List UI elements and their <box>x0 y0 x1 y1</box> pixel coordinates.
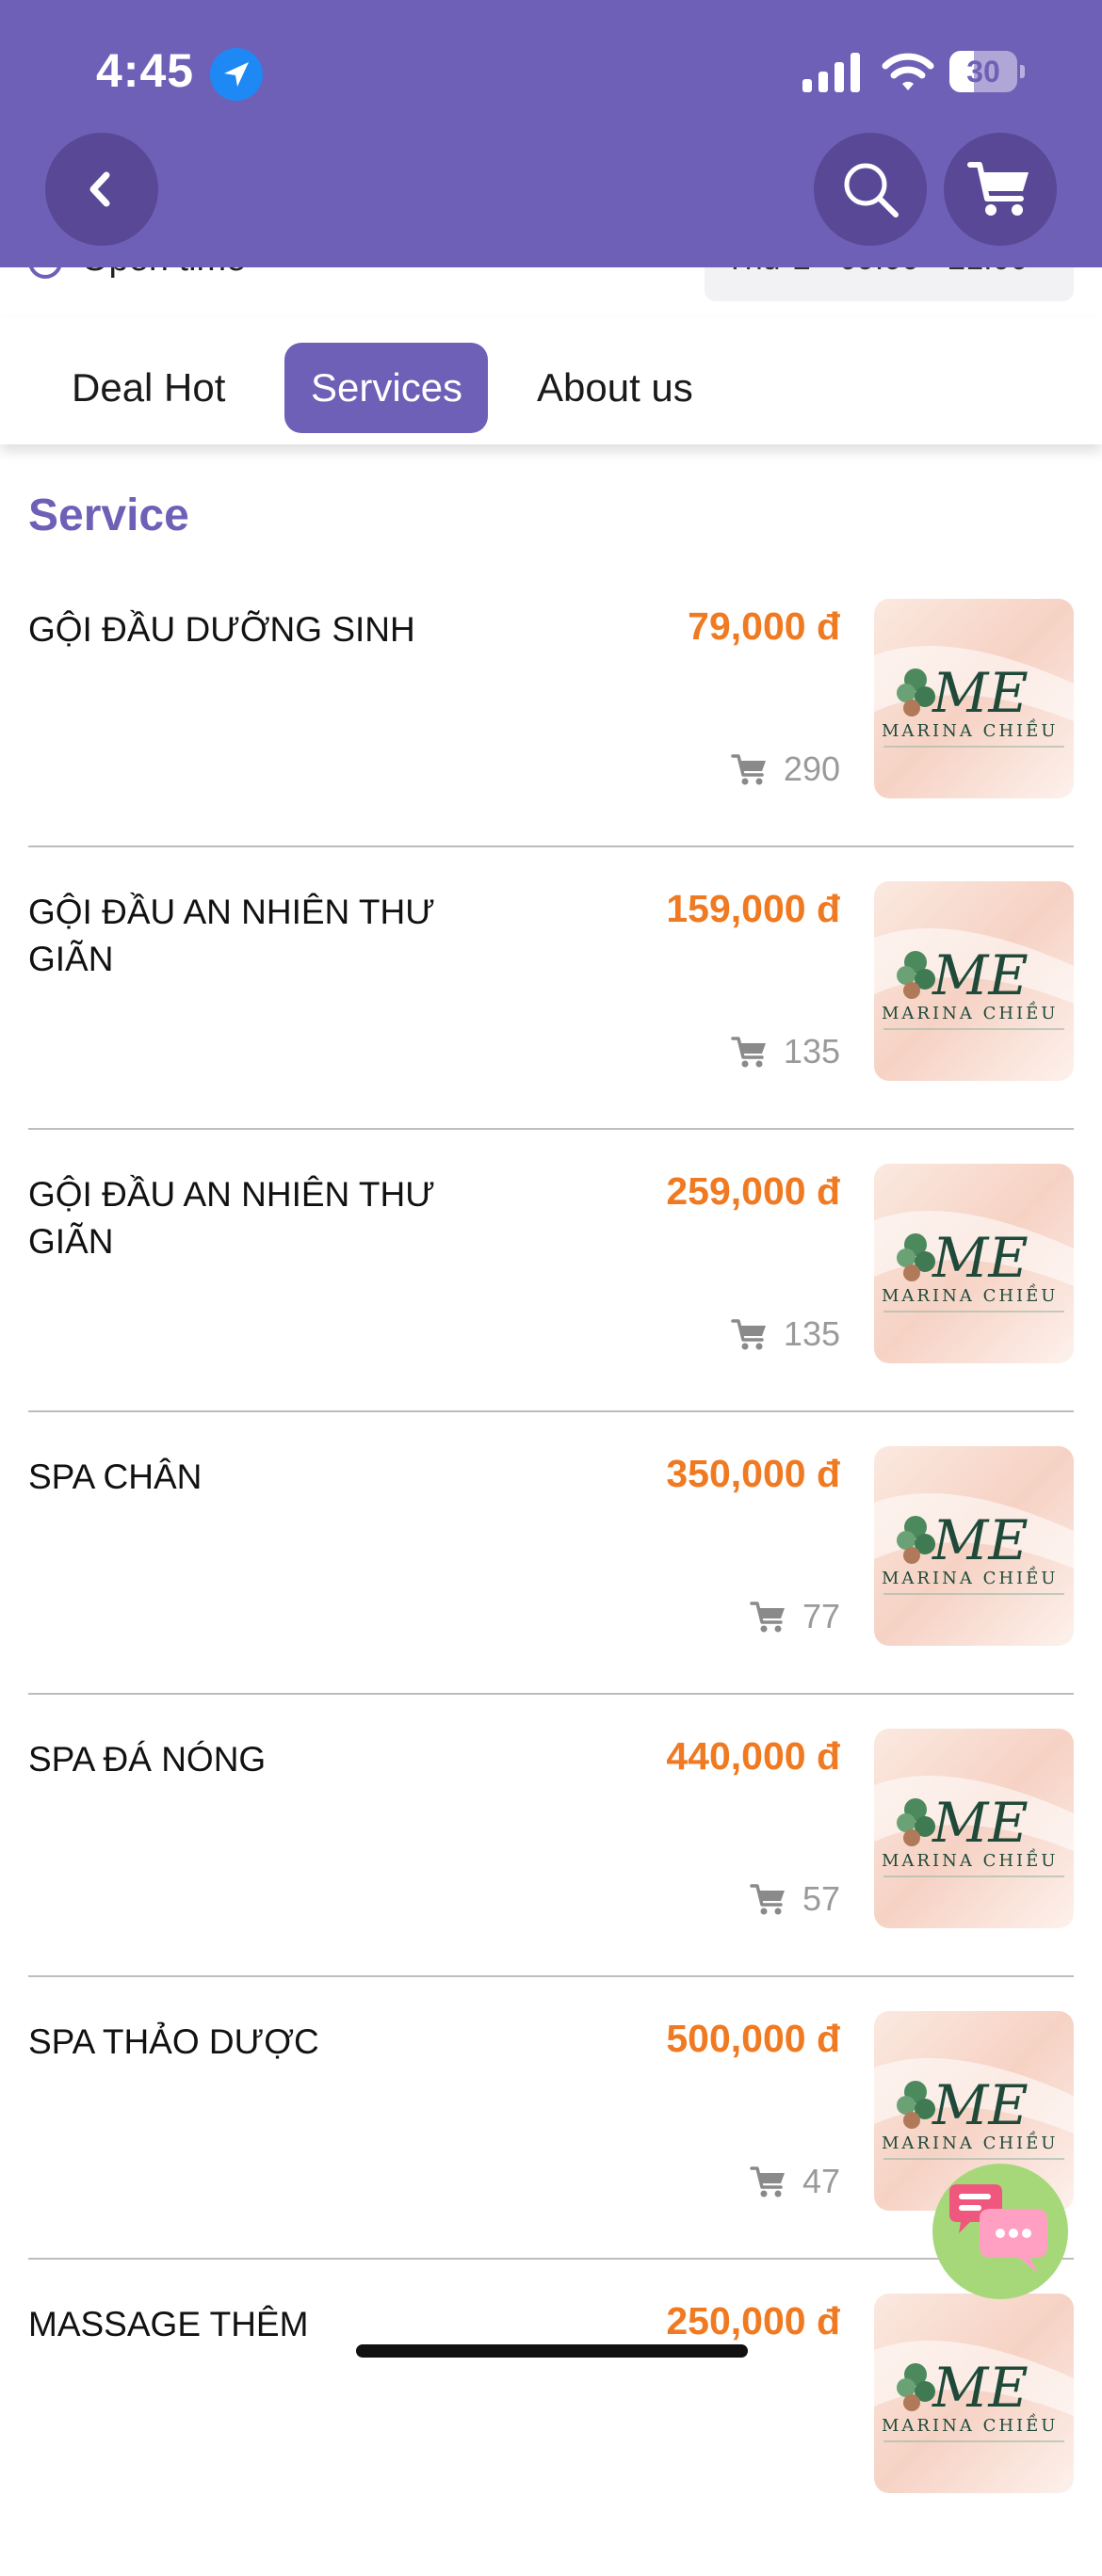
svg-text:MARINA CHIỀU: MARINA CHIỀU <box>882 2130 1058 2153</box>
service-sold-count: 77 <box>750 1597 840 1636</box>
sold-cart-icon <box>750 1602 785 1633</box>
cellular-signal-icon <box>802 53 860 92</box>
tab-about-us[interactable]: About us <box>510 343 720 433</box>
item-divider <box>28 1410 1074 1412</box>
sold-count-value: 290 <box>783 749 840 788</box>
service-item[interactable]: GỘI ĐẦU AN NHIÊN THƯ GIÃN 159,000 đ 135 <box>0 881 1102 1164</box>
svg-text:ME: ME <box>932 1508 1029 1572</box>
sold-count-value: 135 <box>783 1032 840 1071</box>
spa-logo-image: ME MARINA CHIỀU <box>874 599 1074 798</box>
location-arrow-icon <box>210 48 263 101</box>
svg-text:MARINA CHIỀU: MARINA CHIỀU <box>882 1000 1058 1023</box>
item-divider <box>28 2258 1074 2260</box>
chat-button[interactable] <box>932 2164 1068 2299</box>
service-name: SPA ĐÁ NÓNG <box>28 1740 267 1779</box>
home-indicator <box>356 2344 748 2358</box>
sold-cart-icon <box>731 754 766 785</box>
item-divider <box>28 1975 1074 1977</box>
service-sold-count: 290 <box>731 749 840 789</box>
sold-cart-icon <box>750 1884 785 1915</box>
status-time: 4:45 <box>96 44 195 97</box>
service-name: MASSAGE THÊM <box>28 2305 309 2343</box>
service-sold-count: 47 <box>750 2162 840 2201</box>
service-price: 250,000 đ <box>666 2299 840 2343</box>
sold-count-value: 77 <box>802 1597 840 1635</box>
item-divider <box>28 845 1074 847</box>
sold-cart-icon <box>750 2166 785 2198</box>
spa-logo-image: ME MARINA CHIỀU <box>874 1164 1074 1363</box>
svg-text:ME: ME <box>932 2073 1029 2137</box>
service-item[interactable]: GỘI ĐẦU DƯỠNG SINH 79,000 đ 290 ME MARIN… <box>0 599 1102 881</box>
back-icon <box>89 171 110 207</box>
spa-logo-image: ME MARINA CHIỀU <box>874 1446 1074 1646</box>
battery-indicator: 30 <box>949 51 1025 92</box>
svg-text:ME: ME <box>932 1791 1029 1855</box>
sold-cart-icon <box>731 1037 766 1068</box>
search-button[interactable] <box>814 133 927 246</box>
sold-cart-icon <box>731 1319 766 1350</box>
svg-text:MARINA CHIỀU: MARINA CHIỀU <box>882 1847 1058 1871</box>
search-icon <box>844 163 899 217</box>
app-header: 4:45 30 <box>0 0 1102 267</box>
spa-logo-image: ME MARINA CHIỀU <box>874 1729 1074 1928</box>
service-price: 350,000 đ <box>666 1452 840 1495</box>
service-sold-count: 135 <box>731 1314 840 1354</box>
tab-deal-hot[interactable]: Deal Hot <box>45 343 251 433</box>
service-item[interactable]: GỘI ĐẦU AN NHIÊN THƯ GIÃN 259,000 đ 135 <box>0 1164 1102 1446</box>
service-sold-count: 57 <box>750 1879 840 1919</box>
section-title: Service <box>28 491 189 540</box>
service-item[interactable]: MASSAGE THÊM 250,000 đ ME MARINA CHIỀU <box>0 2294 1102 2576</box>
chat-icon <box>949 2184 1047 2273</box>
wifi-icon <box>882 53 934 90</box>
service-thumbnail[interactable]: ME MARINA CHIỀU <box>874 1164 1074 1363</box>
svg-text:MARINA CHIỀU: MARINA CHIỀU <box>882 1565 1058 1588</box>
tab-bar: Deal Hot Services About us <box>0 316 1102 444</box>
spa-logo-image: ME MARINA CHIỀU <box>874 881 1074 1081</box>
service-thumbnail[interactable]: ME MARINA CHIỀU <box>874 881 1074 1081</box>
svg-text:ME: ME <box>932 2356 1029 2420</box>
sold-count-value: 57 <box>802 1879 840 1918</box>
service-item[interactable]: SPA CHÂN 350,000 đ 77 ME MARINA CHIỀU <box>0 1446 1102 1729</box>
cart-icon <box>967 162 1029 216</box>
service-name: GỘI ĐẦU AN NHIÊN THƯ GIÃN <box>28 893 435 978</box>
service-price: 259,000 đ <box>666 1169 840 1213</box>
service-thumbnail[interactable]: ME MARINA CHIỀU <box>874 2294 1074 2493</box>
item-divider <box>28 1128 1074 1130</box>
service-sold-count: 135 <box>731 1032 840 1071</box>
tab-services[interactable]: Services <box>284 343 488 433</box>
service-price: 440,000 đ <box>666 1734 840 1778</box>
service-name: GỘI ĐẦU AN NHIÊN THƯ GIÃN <box>28 1175 435 1261</box>
service-thumbnail[interactable]: ME MARINA CHIỀU <box>874 1729 1074 1928</box>
svg-text:ME: ME <box>932 661 1029 725</box>
service-price: 79,000 đ <box>688 604 840 648</box>
service-name: GỘI ĐẦU DƯỠNG SINH <box>28 610 415 649</box>
service-name: SPA THẢO DƯỢC <box>28 2022 319 2061</box>
service-item[interactable]: SPA ĐÁ NÓNG 440,000 đ 57 ME MARINA CHIỀU <box>0 1729 1102 2011</box>
svg-text:ME: ME <box>932 1226 1029 1290</box>
back-button[interactable] <box>45 133 158 246</box>
service-thumbnail[interactable]: ME MARINA CHIỀU <box>874 599 1074 798</box>
svg-text:MARINA CHIỀU: MARINA CHIỀU <box>882 717 1058 741</box>
sold-count-value: 47 <box>802 2162 840 2200</box>
service-name: SPA CHÂN <box>28 1457 203 1496</box>
svg-text:MARINA CHIỀU: MARINA CHIỀU <box>882 2412 1058 2436</box>
service-price: 159,000 đ <box>666 887 840 930</box>
battery-level: 30 <box>966 55 1000 89</box>
svg-text:MARINA CHIỀU: MARINA CHIỀU <box>882 1282 1058 1306</box>
service-thumbnail[interactable]: ME MARINA CHIỀU <box>874 1446 1074 1646</box>
spa-logo-image: ME MARINA CHIỀU <box>874 2294 1074 2493</box>
cart-button[interactable] <box>944 133 1057 246</box>
sold-count-value: 135 <box>783 1314 840 1353</box>
service-price: 500,000 đ <box>666 2017 840 2060</box>
item-divider <box>28 1693 1074 1695</box>
svg-text:ME: ME <box>932 943 1029 1007</box>
